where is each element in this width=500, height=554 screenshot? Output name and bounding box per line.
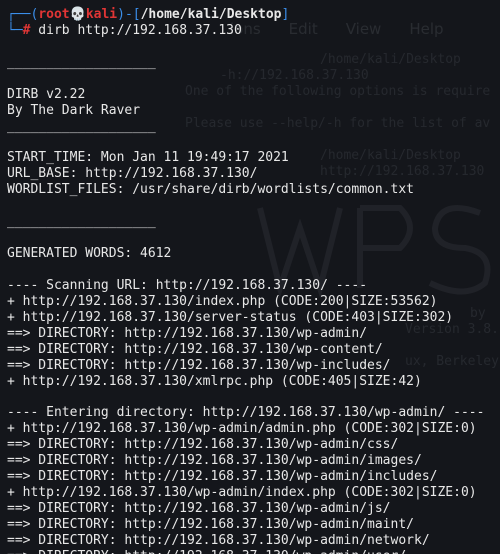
output-line: DIRB v2.22 <box>7 86 86 102</box>
output-line: ==> DIRECTORY: http://192.168.37.130/wp-… <box>7 325 368 341</box>
output-line: ==> DIRECTORY: http://192.168.37.130/wp-… <box>7 501 391 517</box>
output-line: ==> DIRECTORY: http://192.168.37.130/wp-… <box>7 357 391 373</box>
output-line: START_TIME: Mon Jan 11 19:49:17 2021 <box>7 150 289 166</box>
prompt-frame-end: ] <box>281 7 290 22</box>
output-line: ___________________ <box>7 118 156 134</box>
output-line: ___________________ <box>7 214 156 230</box>
output-line: URL_BASE: http://192.168.37.130/ <box>7 166 258 182</box>
output-line: ==> DIRECTORY: http://192.168.37.130/wp-… <box>7 469 438 485</box>
output-line: + http://192.168.37.130/xmlrpc.php (CODE… <box>7 373 422 389</box>
output-line: ---- Entering directory: http://192.168.… <box>7 405 485 421</box>
dirb-output: ___________________ DIRB v2.22 By The Dark… <box>7 39 500 554</box>
output-line: By The Dark Raver <box>7 102 141 118</box>
output-line: + http://192.168.37.130/index.php (CODE:… <box>7 293 438 309</box>
output-line: ==> DIRECTORY: http://192.168.37.130/wp-… <box>7 437 399 453</box>
command-text: dirb http://192.168.37.130 <box>30 22 242 38</box>
output-line: ---- Scanning URL: http://192.168.37.130… <box>7 277 368 293</box>
prompt-frame-bottom: └─ <box>7 22 23 38</box>
prompt-host: kali <box>85 7 118 22</box>
terminal-window[interactable]: ions Edit View Help /home/kali/Desktop -… <box>0 0 500 554</box>
terminal-output: ┌──(root💀kali)-[/home/kali/Desktop] └─# … <box>7 7 500 554</box>
prompt-line-1: ┌──(root💀kali)-[/home/kali/Desktop] <box>7 7 500 23</box>
output-line: WORDLIST_FILES: /usr/share/dirb/wordlist… <box>7 182 414 198</box>
output-line: GENERATED WORDS: 4612 <box>7 246 172 262</box>
output-line: + http://192.168.37.130/server-status (C… <box>7 309 454 325</box>
output-line: ==> DIRECTORY: http://192.168.37.130/wp-… <box>7 341 383 357</box>
output-line: ==> DIRECTORY: http://192.168.37.130/wp-… <box>7 453 422 469</box>
output-line: + http://192.168.37.130/wp-admin/admin.p… <box>7 421 477 437</box>
output-line: ==> DIRECTORY: http://192.168.37.130/wp-… <box>7 517 414 532</box>
prompt-user: root <box>38 7 70 22</box>
output-line: ==> DIRECTORY: http://192.168.37.130/wp-… <box>7 549 500 554</box>
skull-icon: 💀 <box>69 7 86 22</box>
prompt-path: /home/kali/Desktop <box>140 7 282 22</box>
output-line: ==> DIRECTORY: http://192.168.37.130/wp-… <box>7 532 430 548</box>
prompt-line-2[interactable]: └─# dirb http://192.168.37.130 <box>7 23 500 39</box>
prompt-frame-open: ┌──( <box>7 7 39 22</box>
prompt-frame-close: )-[ <box>117 7 141 22</box>
output-line: ___________________ <box>7 54 156 70</box>
output-line: + http://192.168.37.130/wp-admin/index.p… <box>7 485 477 501</box>
